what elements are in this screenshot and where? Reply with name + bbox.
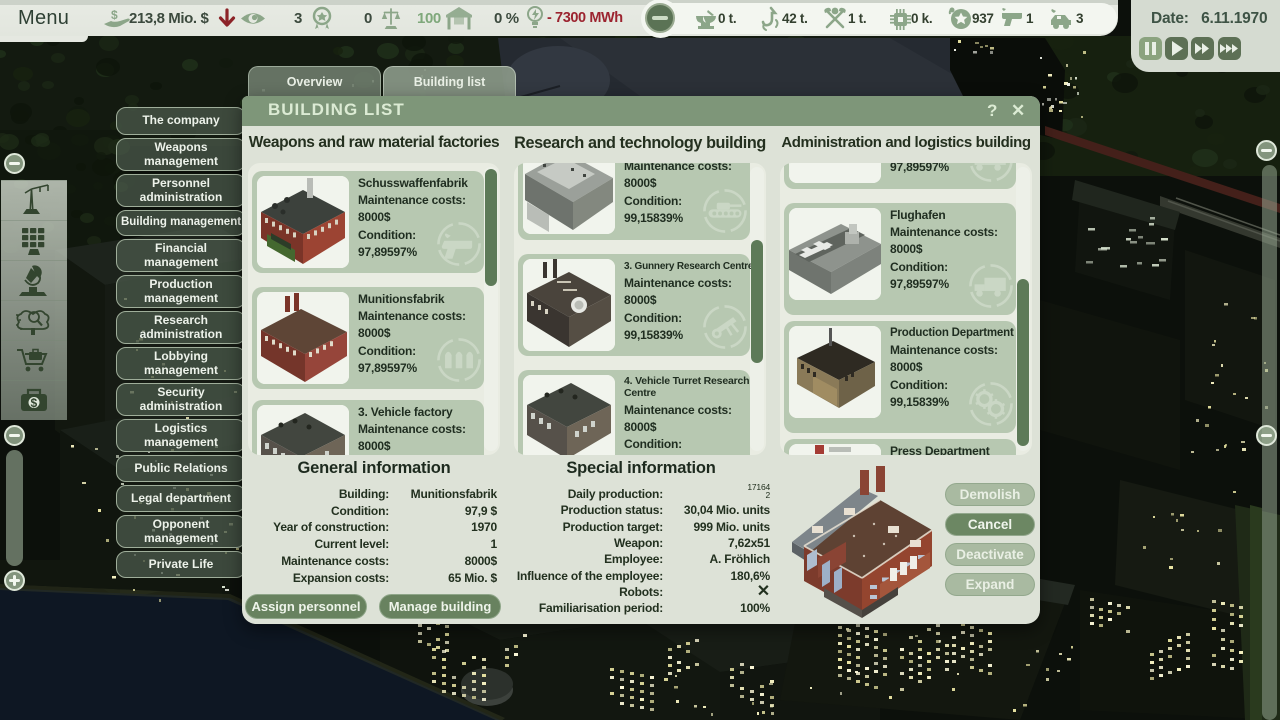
svg-text:$: $ bbox=[111, 8, 118, 22]
svg-text:$: $ bbox=[31, 396, 38, 410]
